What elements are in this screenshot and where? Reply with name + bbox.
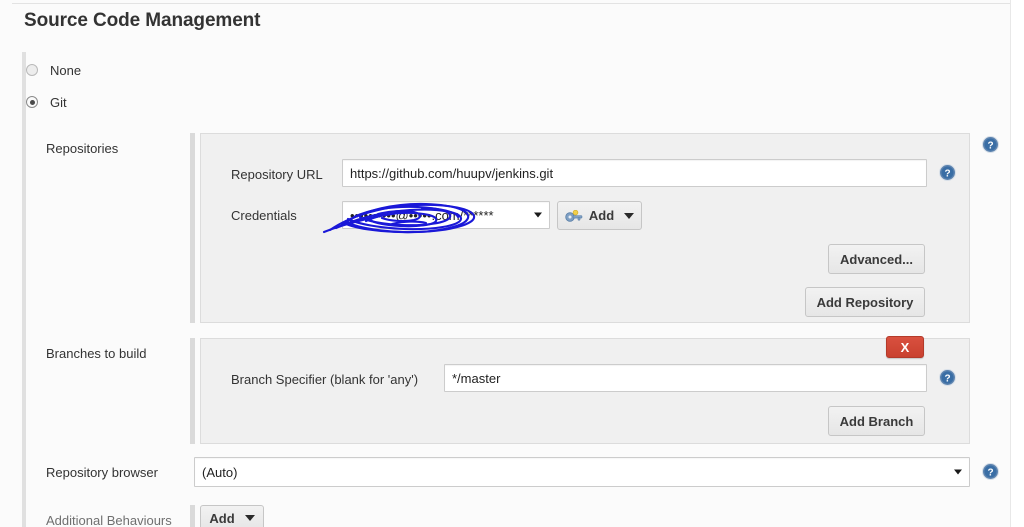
scm-option-none[interactable]: None: [26, 61, 81, 79]
radio-git-label: Git: [50, 94, 67, 110]
scm-option-git[interactable]: Git: [26, 93, 67, 111]
additional-behaviours-row-label: Additional Behaviours: [46, 513, 172, 527]
add-branch-button[interactable]: Add Branch: [828, 406, 925, 436]
svg-text:?: ?: [944, 168, 950, 179]
delete-branch-button[interactable]: X: [886, 336, 924, 358]
credentials-value: ••••••••••@•••••.com/******: [350, 208, 494, 223]
credentials-select[interactable]: ••••••••••@•••••.com/******: [342, 201, 550, 229]
add-behaviour-button[interactable]: Add: [200, 505, 264, 527]
svg-text:?: ?: [987, 467, 993, 478]
repository-browser-select[interactable]: (Auto): [194, 457, 970, 487]
credentials-label: Credentials: [231, 208, 297, 223]
repository-browser-value: (Auto): [202, 464, 238, 480]
add-credentials-button[interactable]: Add: [557, 201, 642, 230]
svg-text:?: ?: [944, 373, 950, 384]
repository-url-input[interactable]: https://github.com/huupv/jenkins.git: [342, 159, 927, 187]
page-right-edge: [1010, 0, 1024, 527]
additional-behaviours-panel-tick: [190, 505, 195, 527]
radio-git-icon[interactable]: [26, 96, 38, 108]
branches-row-label: Branches to build: [46, 346, 147, 361]
add-behaviour-label: Add: [209, 510, 235, 526]
repository-browser-row-label: Repository browser: [46, 465, 158, 480]
advanced-button[interactable]: Advanced...: [828, 244, 925, 274]
branch-specifier-input[interactable]: */master: [444, 364, 927, 392]
chevron-down-icon-add-credentials[interactable]: [624, 212, 635, 219]
chevron-down-icon-credentials[interactable]: [534, 212, 542, 218]
page-title: Source Code Management: [24, 10, 261, 31]
branch-specifier-label: Branch Specifier (blank for 'any'): [231, 372, 419, 387]
add-credentials-label: Add: [588, 208, 615, 223]
svg-text:?: ?: [987, 140, 993, 151]
help-icon-repository-browser[interactable]: ?: [982, 463, 999, 480]
repositories-panel-tick: [190, 133, 195, 323]
repository-url-label: Repository URL: [231, 167, 323, 182]
key-icon: [565, 209, 583, 222]
repositories-row-label: Repositories: [46, 141, 119, 156]
radio-none-icon[interactable]: [26, 64, 38, 76]
left-indent-bar: [22, 52, 26, 527]
radio-none-label: None: [50, 62, 82, 78]
add-repository-button[interactable]: Add Repository: [805, 287, 925, 317]
scm-configuration-page: Source Code Management None Git Reposito…: [0, 0, 1024, 527]
help-icon-repository-url[interactable]: ?: [939, 164, 956, 181]
chevron-down-icon-add-behaviour[interactable]: [244, 515, 255, 521]
branches-panel-tick: [190, 338, 195, 444]
help-icon-repositories[interactable]: ?: [982, 136, 999, 153]
chevron-down-icon-repository-browser[interactable]: [954, 469, 962, 475]
top-divider: [12, 3, 1010, 4]
help-icon-branch-specifier[interactable]: ?: [939, 369, 956, 386]
